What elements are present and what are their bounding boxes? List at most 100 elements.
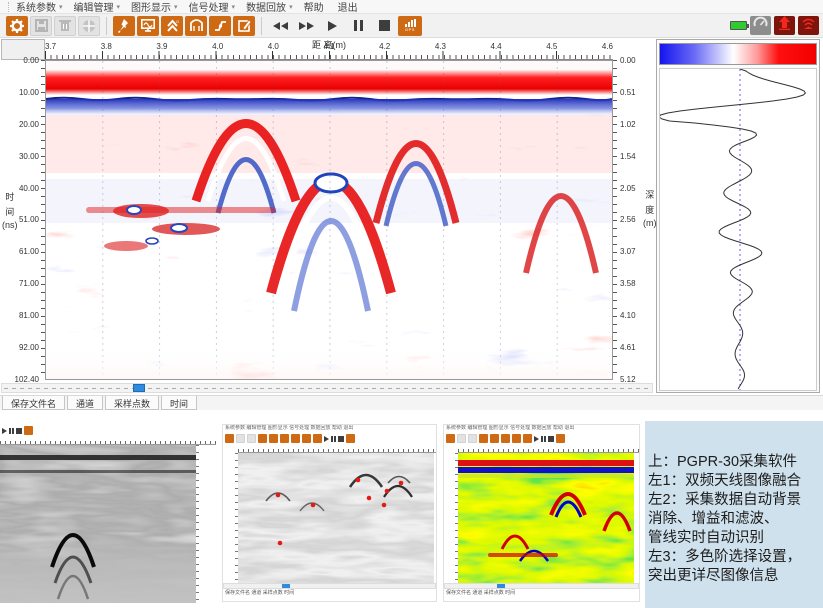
menu-item[interactable]: 数据回放▾ bbox=[246, 0, 293, 14]
gear-icon bbox=[10, 19, 24, 33]
caption-block: 上：PGPR-30采集软件左1：双频天线图像融合左2：采集数据自动背景消除、增益… bbox=[645, 421, 823, 608]
stop-icon bbox=[548, 436, 554, 442]
gear-icon bbox=[446, 434, 455, 443]
chevron-down-icon: ▾ bbox=[232, 3, 236, 11]
caption-line: 左2：采集数据自动背景 bbox=[648, 491, 821, 510]
pause-button[interactable] bbox=[346, 16, 370, 36]
gain-button[interactable]: G bbox=[161, 16, 183, 36]
x-tick-label: 4.4 bbox=[491, 42, 502, 51]
settings-button[interactable] bbox=[6, 16, 28, 36]
thumbnail-auto-detection: 系统参数 编辑管理 图形显示 信号处理 数据回放 帮助 退出 bbox=[222, 424, 437, 602]
status-tray bbox=[730, 16, 823, 35]
thumbnail-dualfreq-fusion bbox=[0, 424, 216, 608]
mini-status-bar: 保存文件名 通道 采样点数 时间 bbox=[223, 589, 436, 597]
curve-icon bbox=[214, 19, 227, 32]
mini-toolbar bbox=[444, 432, 639, 445]
rewind-button[interactable] bbox=[268, 16, 292, 36]
marker-pin-button[interactable] bbox=[113, 16, 135, 36]
depth-tick-label: 2.05 bbox=[620, 184, 636, 193]
scrollbar-thumb[interactable] bbox=[133, 384, 145, 392]
thumbnail-multicolor-palette: 系统参数 编辑管理 图形显示 信号处理 数据回放 帮助 退出 bbox=[443, 424, 640, 602]
pin-icon bbox=[118, 19, 130, 33]
depth-axis: 0.000.511.021.542.052.563.073.584.104.61… bbox=[613, 60, 655, 381]
status-field: 保存文件名 bbox=[2, 396, 65, 410]
pause-icon bbox=[354, 20, 357, 31]
stop-button[interactable] bbox=[372, 16, 396, 36]
x-axis-ruler: 距 离(m) 3.73.83.94.04.04.14.24.34.44.54.6 bbox=[45, 39, 613, 60]
caption-line: 消除、增益和滤波、 bbox=[648, 510, 821, 529]
mini-scroll-thumb bbox=[497, 584, 505, 588]
depth-tick-label: 1.54 bbox=[620, 152, 636, 161]
x-tick-label: 4.1 bbox=[323, 42, 334, 51]
menu-item[interactable]: 帮助 bbox=[304, 0, 327, 14]
trace-panel bbox=[656, 39, 820, 393]
menu-item[interactable]: 编辑管理▾ bbox=[74, 0, 121, 14]
radar-button[interactable] bbox=[798, 16, 819, 35]
radar-antenna-icon bbox=[801, 17, 816, 35]
status-bar: 保存文件名通道采样点数时间 bbox=[0, 395, 823, 410]
gps-icon bbox=[24, 426, 33, 435]
main-toolbar: G GPS bbox=[0, 14, 823, 38]
gear-icon bbox=[225, 434, 234, 443]
gps-icon bbox=[556, 434, 565, 443]
gauge-button[interactable] bbox=[750, 16, 771, 35]
time-tick-label: 92.00 bbox=[19, 343, 39, 352]
display-button[interactable] bbox=[137, 16, 159, 36]
menu-item[interactable]: 图形显示▾ bbox=[131, 0, 178, 14]
x-tick-label: 3.7 bbox=[45, 42, 56, 51]
gate-button[interactable] bbox=[185, 16, 207, 36]
upload-button[interactable] bbox=[774, 16, 795, 35]
mini-status-bar: 保存文件名 通道 采样点数 时间 bbox=[444, 589, 639, 597]
menu-items: 系统参数▾ 编辑管理▾ 图形显示▾ 信号处理▾ 数据回放▾ bbox=[16, 0, 372, 14]
filter-button[interactable] bbox=[209, 16, 231, 36]
detected-pipes-radargram bbox=[238, 453, 434, 583]
x-tick-label: 4.0 bbox=[268, 42, 279, 51]
trace-waveform bbox=[660, 69, 805, 389]
time-tick-label: 81.00 bbox=[19, 311, 39, 320]
fast-forward-button[interactable] bbox=[294, 16, 318, 36]
depth-tick-label: 1.02 bbox=[620, 120, 636, 129]
gps-button[interactable]: GPS bbox=[398, 16, 422, 36]
x-tick-label: 4.0 bbox=[212, 42, 223, 51]
radargram-panel: 距 离(m) 3.73.83.94.04.04.14.24.34.44.54.6… bbox=[0, 38, 655, 394]
mini-menu-bar: 系统参数 编辑管理 图形显示 信号处理 数据回放 帮助 退出 bbox=[444, 425, 639, 432]
toolbar-grip bbox=[8, 2, 11, 12]
time-axis-tick-labels: 0.0010.0020.0030.0040.0051.0061.0071.008… bbox=[15, 56, 39, 384]
depth-tick-label: 0.51 bbox=[620, 88, 636, 97]
stop-icon bbox=[338, 436, 344, 442]
stop-icon bbox=[379, 20, 390, 31]
mini-toolbar bbox=[223, 432, 436, 445]
save-button bbox=[30, 16, 52, 36]
menu-item[interactable]: 系统参数▾ bbox=[16, 0, 63, 14]
time-tick-label: 10.00 bbox=[19, 88, 39, 97]
edit-button[interactable] bbox=[233, 16, 255, 36]
depth-tick-label: 3.07 bbox=[620, 247, 636, 256]
chevron-down-icon: ▾ bbox=[59, 3, 63, 11]
time-tick-label: 51.00 bbox=[19, 215, 39, 224]
radargram-canvas[interactable] bbox=[45, 60, 613, 380]
caption-line: 管线实时自动识别 bbox=[648, 529, 821, 548]
status-field: 时间 bbox=[161, 396, 197, 410]
depth-axis-title: 深度(m) bbox=[643, 188, 657, 228]
horizontal-scrollbar[interactable] bbox=[1, 383, 653, 393]
time-tick-label: 61.00 bbox=[19, 247, 39, 256]
delete-button bbox=[54, 16, 76, 36]
depth-tick-label: 4.10 bbox=[620, 311, 636, 320]
gps-icon bbox=[346, 434, 355, 443]
play-button[interactable] bbox=[320, 16, 344, 36]
scrollbar-track-dots bbox=[4, 388, 650, 389]
depth-tick-label: 0.00 bbox=[620, 56, 636, 65]
caption-line: 左1：双频天线图像融合 bbox=[648, 472, 821, 491]
toolbar-separator bbox=[261, 17, 262, 35]
depth-axis-ticks bbox=[613, 60, 617, 380]
x-tick-label: 4.5 bbox=[546, 42, 557, 51]
menu-item[interactable]: 退出 bbox=[338, 0, 361, 14]
ascan-trace bbox=[659, 68, 817, 391]
mini-depth-ticks bbox=[196, 445, 199, 603]
gain-arrows-icon: G bbox=[166, 19, 179, 32]
depth-tick-label: 2.56 bbox=[620, 215, 636, 224]
monitor-icon bbox=[141, 19, 155, 32]
menu-item[interactable]: 信号处理▾ bbox=[189, 0, 236, 14]
grayscale-radargram bbox=[0, 445, 196, 603]
battery-icon bbox=[730, 21, 747, 30]
